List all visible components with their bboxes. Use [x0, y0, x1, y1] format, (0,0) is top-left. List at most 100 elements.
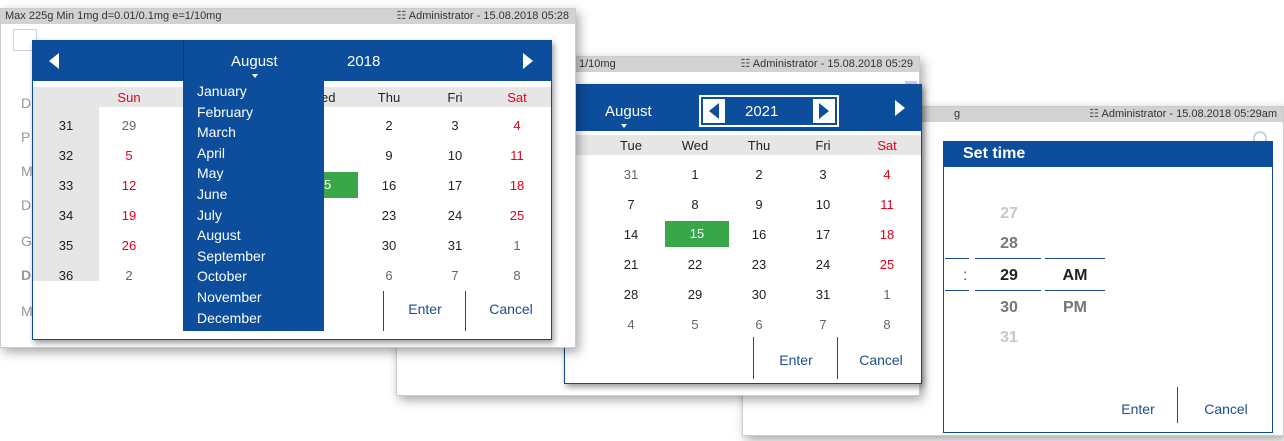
day-cell[interactable]: 9 — [359, 148, 419, 163]
day-cell[interactable]: 30 — [359, 238, 419, 253]
time-colon: : — [963, 267, 968, 284]
minute-30[interactable]: 30 — [979, 299, 1039, 317]
day-cell[interactable]: 3 — [425, 118, 485, 133]
calendar-header: August 2018 — [33, 41, 551, 81]
weekday-header-row: n Tue Wed Thu Fri Sat — [565, 135, 921, 155]
day-cell[interactable]: 7 — [601, 197, 661, 212]
day-cell[interactable]: 15 — [665, 221, 729, 247]
month-option[interactable]: June — [183, 184, 324, 205]
minute-27[interactable]: 27 — [979, 205, 1039, 223]
day-cell[interactable]: 19 — [99, 208, 159, 223]
month-option[interactable]: November — [183, 287, 324, 308]
day-cell[interactable]: 8 — [857, 317, 917, 332]
day-cell[interactable]: 23 — [729, 257, 789, 272]
day-cell[interactable]: 31 — [793, 287, 853, 302]
day-cell[interactable]: 21 — [601, 257, 661, 272]
minute-29-selected[interactable]: 29 — [979, 267, 1039, 285]
weekday-header: Tue — [620, 138, 642, 153]
day-cell[interactable]: 17 — [793, 227, 853, 242]
day-cell[interactable]: 18 — [857, 227, 917, 242]
day-cell[interactable]: 5 — [99, 148, 159, 163]
day-cell[interactable]: 26 — [99, 238, 159, 253]
day-cell[interactable]: 2 — [359, 118, 419, 133]
chevron-down-icon — [621, 124, 627, 128]
day-cell[interactable]: 14 — [601, 227, 661, 242]
month-option[interactable]: December — [183, 308, 324, 329]
month-option[interactable]: March — [183, 122, 324, 143]
day-cell[interactable]: 5 — [324, 172, 358, 198]
day-cell[interactable]: 2 — [729, 167, 789, 182]
network-icon: ☷ — [396, 10, 407, 22]
day-cell[interactable]: 10 — [793, 197, 853, 212]
day-cell[interactable]: 22 — [665, 257, 725, 272]
day-cell[interactable]: 4 — [487, 118, 547, 133]
month-select[interactable]: August — [605, 103, 652, 120]
day-cell[interactable]: 4 — [601, 317, 661, 332]
weekday-header: Wed — [681, 138, 709, 153]
day-cell[interactable]: 24 — [425, 208, 485, 223]
year-value[interactable]: 2018 — [347, 53, 380, 70]
year-next-button[interactable] — [813, 99, 835, 123]
day-cell[interactable]: 11 — [487, 148, 547, 163]
enter-button[interactable]: Enter — [761, 352, 831, 368]
day-cell[interactable]: 5 — [665, 317, 725, 332]
day-cell[interactable]: 1 — [487, 238, 547, 253]
day-cell[interactable]: 8 — [665, 197, 725, 212]
month-select[interactable]: August — [231, 53, 278, 70]
month-option[interactable]: October — [183, 266, 324, 287]
month-option[interactable]: January — [183, 81, 324, 102]
day-cell[interactable]: 6 — [359, 268, 419, 283]
day-cell[interactable]: 25 — [487, 208, 547, 223]
cancel-button[interactable]: Cancel — [1183, 401, 1269, 417]
day-cell[interactable]: 31 — [425, 238, 485, 253]
day-cell[interactable]: 28 — [601, 287, 661, 302]
day-cell[interactable]: 7 — [425, 268, 485, 283]
day-cell[interactable]: 1 — [857, 287, 917, 302]
day-cell[interactable]: 24 — [793, 257, 853, 272]
day-cell[interactable]: 2 — [99, 268, 159, 283]
arrow-left-icon[interactable] — [49, 53, 59, 69]
enter-button[interactable]: Enter — [1105, 401, 1171, 417]
arrow-right-icon[interactable] — [523, 53, 533, 69]
year-prev-button[interactable] — [703, 99, 725, 123]
day-cell[interactable]: 29 — [99, 118, 159, 133]
day-cell[interactable]: 23 — [359, 208, 419, 223]
chevron-down-icon — [252, 74, 258, 78]
day-cell[interactable]: 3 — [793, 167, 853, 182]
enter-button[interactable]: Enter — [391, 301, 459, 317]
day-cell[interactable]: 12 — [99, 178, 159, 193]
network-icon: ☷ — [1089, 108, 1100, 120]
month-option[interactable]: September — [183, 246, 324, 267]
day-cell[interactable]: 4 — [857, 167, 917, 182]
day-cell[interactable]: 18 — [487, 178, 547, 193]
minute-28[interactable]: 28 — [979, 235, 1039, 253]
calendar-dialog-2018: August 2018 Sun ed Thu Fri Sat 31 32 33 34 3… — [32, 40, 552, 340]
pm-option[interactable]: PM — [1045, 299, 1105, 317]
day-cell[interactable]: 10 — [425, 148, 485, 163]
day-cell[interactable]: 8 — [487, 268, 547, 283]
status-right: Administrator - 15.08.2018 05:29am — [1101, 108, 1278, 120]
day-cell[interactable]: 7 — [793, 317, 853, 332]
minute-31[interactable]: 31 — [979, 329, 1039, 347]
month-option[interactable]: May — [183, 163, 324, 184]
cancel-button[interactable]: Cancel — [473, 301, 549, 317]
day-cell[interactable]: 31 — [601, 167, 661, 182]
day-cell[interactable]: 25 — [857, 257, 917, 272]
cancel-button[interactable]: Cancel — [843, 352, 919, 368]
month-option[interactable]: August — [183, 225, 324, 246]
day-cell[interactable]: 29 — [665, 287, 725, 302]
month-option[interactable]: February — [183, 102, 324, 123]
day-cell[interactable]: 1 — [665, 167, 725, 182]
day-cell[interactable]: 16 — [729, 227, 789, 242]
day-cell[interactable]: 17 — [425, 178, 485, 193]
arrow-right-icon[interactable] — [895, 100, 905, 116]
day-cell[interactable]: 11 — [857, 197, 917, 212]
month-option[interactable]: July — [183, 205, 324, 226]
day-cell[interactable]: 9 — [729, 197, 789, 212]
day-cell[interactable]: 30 — [729, 287, 789, 302]
month-option[interactable]: April — [183, 143, 324, 164]
day-cell[interactable]: 6 — [729, 317, 789, 332]
dialog-title: Set time — [963, 145, 1026, 162]
am-option[interactable]: AM — [1045, 267, 1105, 285]
day-cell[interactable]: 16 — [359, 178, 419, 193]
